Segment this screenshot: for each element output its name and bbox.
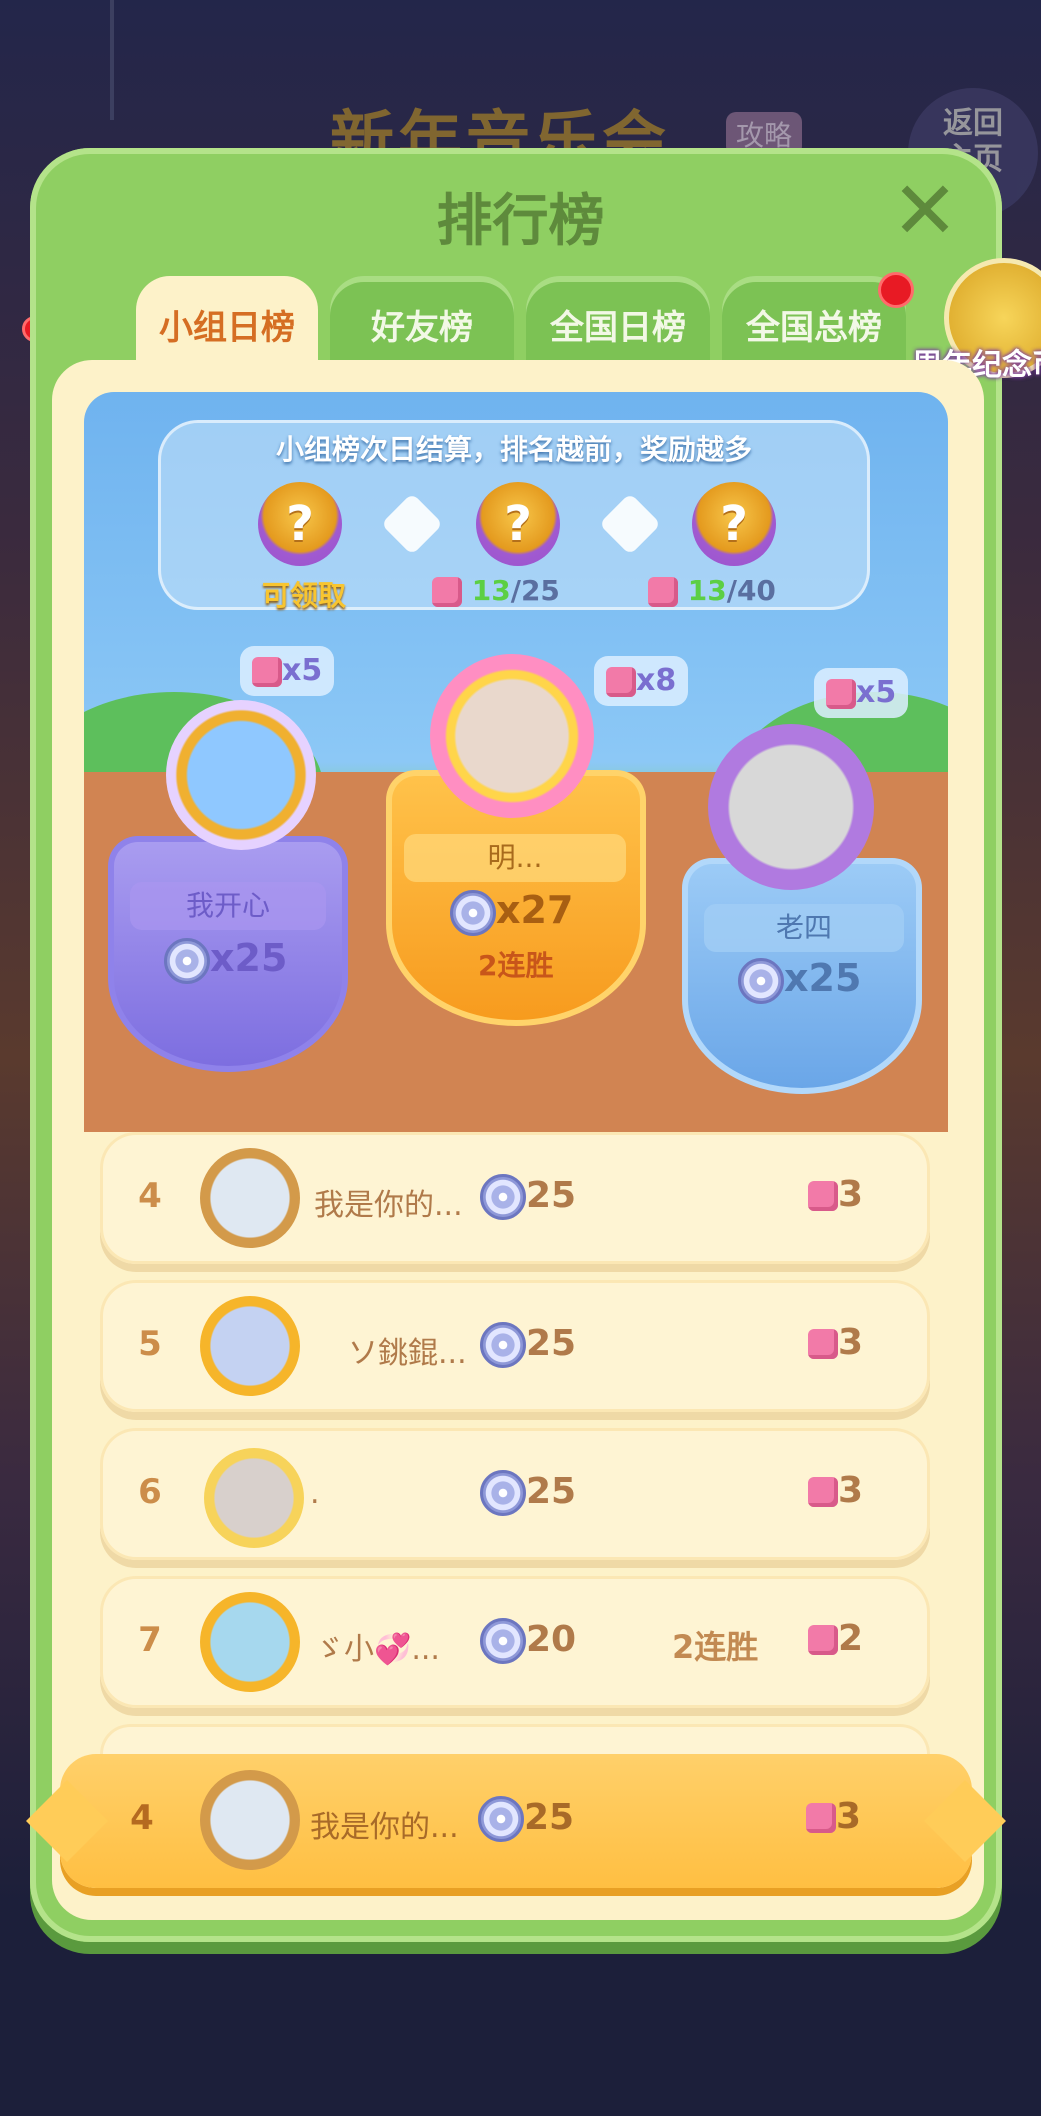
avatar[interactable] (204, 1448, 304, 1548)
table-row[interactable]: 5 ソ銚錕... 25 3 (100, 1280, 930, 1412)
puzzle-bubble: x8 (594, 656, 689, 706)
row-puzzle: 3 (806, 1796, 861, 1837)
win-streak: 2连胜 (672, 1628, 759, 1666)
row-score: 25 (480, 1470, 576, 1516)
settlement-info-text: 小组榜次日结算，排名越前，奖励越多 (275, 433, 752, 466)
puzzle-icon (826, 678, 856, 709)
avatar[interactable] (200, 1296, 300, 1396)
puzzle-icon (806, 1803, 836, 1833)
rank-number: 7 (138, 1620, 162, 1660)
puzzle-icon (808, 1181, 838, 1211)
podium-score: x25 (164, 936, 287, 984)
reward-chest-icon[interactable]: ? (692, 482, 776, 566)
rank-number: 6 (138, 1472, 162, 1512)
player-name: ソ銚錕... (348, 1336, 467, 1371)
avatar[interactable] (200, 1592, 300, 1692)
podium-name: 老四 (704, 904, 904, 952)
table-row[interactable]: 7 ゞ小💞... 20 2连胜 2 (100, 1576, 930, 1708)
puzzle-icon (808, 1625, 838, 1655)
table-row[interactable]: 4 我是你的... 25 3 (100, 1132, 930, 1264)
player-name: . (310, 1476, 320, 1511)
reward-chest-icon[interactable]: ? (476, 482, 560, 566)
puzzle-icon (432, 577, 462, 607)
tab-notification-dot (878, 272, 914, 308)
cd-icon (480, 1174, 526, 1220)
cd-icon (164, 937, 210, 984)
podium-name: 我开心 (130, 882, 326, 930)
avatar[interactable] (430, 654, 594, 818)
cd-icon (478, 1796, 524, 1842)
reward-progress-2: 13/25 (432, 574, 560, 607)
player-name: ゞ小💞... (314, 1632, 440, 1667)
puzzle-icon (648, 577, 678, 607)
row-score: 25 (478, 1796, 574, 1842)
podium-streak: 2连胜 (478, 949, 554, 982)
avatar[interactable] (708, 724, 874, 890)
reward-claimable-label: 可领取 (262, 579, 347, 612)
cd-icon (738, 957, 784, 1004)
row-puzzle: 3 (808, 1322, 863, 1363)
reward-progress-3: 13/40 (648, 574, 776, 607)
table-row[interactable]: 6 . 25 3 (100, 1428, 930, 1560)
lantern-string (110, 0, 114, 120)
row-score: 25 (480, 1174, 576, 1220)
my-rank-row[interactable]: 4 我是你的... 25 3 (25, 1754, 1007, 1888)
puzzle-icon (808, 1477, 838, 1507)
player-name: 我是你的... (314, 1188, 463, 1223)
puzzle-icon (606, 666, 636, 697)
podium-score: x25 (738, 956, 861, 1004)
rank-number: 5 (138, 1324, 162, 1364)
rank-number: 4 (130, 1798, 154, 1838)
avatar[interactable] (200, 1770, 300, 1870)
puzzle-icon (808, 1329, 838, 1359)
puzzle-bubble: x5 (240, 646, 335, 696)
close-icon[interactable]: ✕ (890, 171, 960, 251)
row-puzzle: 3 (808, 1174, 863, 1215)
cd-icon (480, 1322, 526, 1368)
cd-icon (480, 1470, 526, 1516)
reward-chest-icon[interactable]: ? (258, 482, 342, 566)
podium-score: x27 (450, 888, 573, 936)
player-name: 我是你的... (310, 1810, 459, 1845)
row-puzzle: 2 (808, 1618, 863, 1659)
cd-icon (450, 889, 496, 936)
puzzle-icon (252, 656, 282, 687)
modal-title: 排行榜 (436, 189, 605, 254)
rank-number: 4 (138, 1176, 162, 1216)
row-score: 20 (480, 1618, 576, 1664)
row-puzzle: 3 (808, 1470, 863, 1511)
avatar[interactable] (166, 700, 316, 850)
row-score: 25 (480, 1322, 576, 1368)
podium-name: 明... (404, 834, 626, 882)
puzzle-bubble: x5 (814, 668, 909, 718)
cd-icon (480, 1618, 526, 1664)
avatar[interactable] (200, 1148, 300, 1248)
